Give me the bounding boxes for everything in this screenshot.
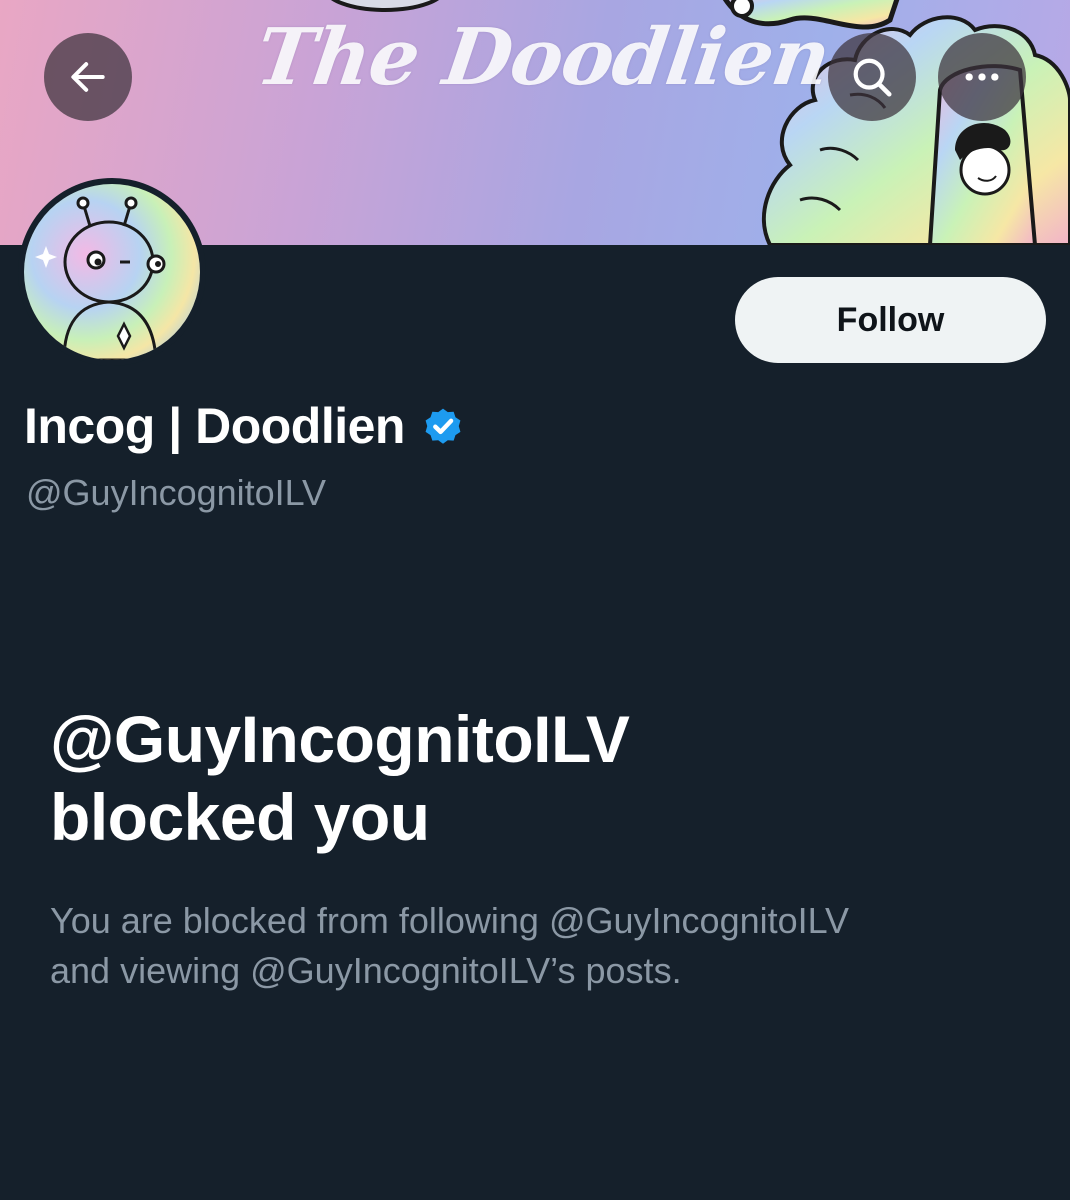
display-name-text: Incog | Doodlien — [24, 398, 405, 454]
profile-display-name: Incog | Doodlien — [24, 394, 465, 458]
blocked-desc-line2: and viewing @GuyIncognitoILV’s posts. — [50, 950, 682, 991]
blocked-title: @GuyIncognitoILV blocked you — [50, 700, 1010, 856]
verified-badge-icon[interactable] — [421, 404, 465, 448]
banner-title: The Doodlien — [250, 12, 835, 103]
more-button[interactable] — [938, 33, 1026, 121]
blocked-desc-line1: You are blocked from following @GuyIncog… — [50, 900, 849, 941]
alien-avatar-illustration — [35, 196, 166, 360]
follow-button[interactable]: Follow — [735, 277, 1046, 363]
blocked-title-line1: @GuyIncognitoILV — [50, 702, 630, 776]
blocked-description: You are blocked from following @GuyIncog… — [50, 896, 1010, 996]
back-button[interactable] — [44, 33, 132, 121]
search-button[interactable] — [828, 33, 916, 121]
profile-screen: The Doodlien Follow Incog | Doodlien @Gu… — [0, 0, 1070, 1200]
search-icon — [853, 58, 892, 97]
blocked-title-line2: blocked you — [50, 780, 430, 854]
avatar[interactable] — [18, 178, 206, 366]
arrow-left-icon — [71, 62, 105, 92]
avatar-image — [24, 184, 200, 360]
more-horizontal-icon — [965, 73, 999, 81]
profile-handle: @GuyIncognitoILV — [26, 472, 327, 513]
